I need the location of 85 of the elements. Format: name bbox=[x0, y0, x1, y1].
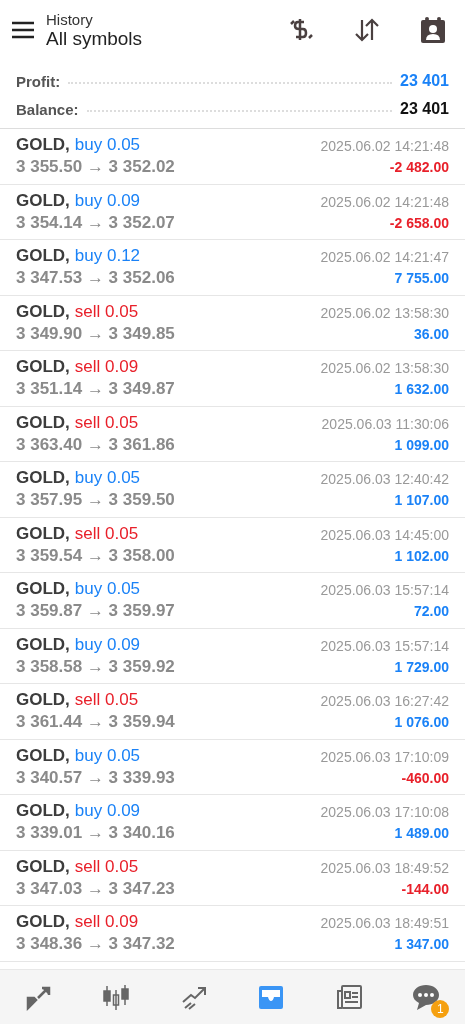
deal-prices: 3 348.36 → 3 347.32 bbox=[16, 933, 175, 955]
deal-symbol: GOLD, bbox=[16, 633, 70, 656]
deal-prices: 3 351.14 → 3 349.87 bbox=[16, 378, 175, 400]
deal-time: 2025.06.03 18:49:52 bbox=[320, 858, 449, 878]
deal-prices: 3 347.53 → 3 352.06 bbox=[16, 267, 175, 289]
deal-prices: 3 354.14 → 3 352.07 bbox=[16, 211, 175, 234]
menu-icon[interactable] bbox=[12, 21, 34, 39]
deal-prices: 3 359.54 → 3 358.00 bbox=[16, 544, 175, 567]
deal-profit: 72.00 bbox=[413, 602, 449, 621]
deal-type: sell 0.05 bbox=[74, 300, 139, 323]
deal-symbol: GOLD, bbox=[16, 467, 70, 489]
candlestick-icon bbox=[101, 982, 132, 1012]
deal-prices: 3 363.40 → 3 361.86 bbox=[16, 433, 175, 456]
deal-time: 2025.06.03 16:27:42 bbox=[320, 692, 449, 711]
deal-type: sell 0.05 bbox=[74, 855, 139, 878]
deal-time: 2025.06.03 12:40:42 bbox=[320, 470, 449, 489]
deal-prices: 3 339.01 → 3 340.16 bbox=[16, 822, 175, 844]
summary-value: 23 401 bbox=[400, 72, 449, 90]
deal-symbol: GOLD, bbox=[16, 300, 70, 323]
deal-prices: 3 357.95 → 3 359.50 bbox=[16, 489, 175, 511]
deal-type: sell 0.05 bbox=[74, 689, 139, 711]
deal-type: buy 0.09 bbox=[74, 633, 141, 656]
deal-prices: 3 359.87 → 3 359.97 bbox=[16, 600, 175, 622]
deal-profit: 36.00 bbox=[413, 324, 449, 344]
deal-symbol: GOLD, bbox=[16, 578, 70, 600]
chat-icon bbox=[411, 982, 442, 1012]
deal-time: 2025.06.03 18:49:51 bbox=[320, 914, 449, 933]
deal-profit: -144.00 bbox=[401, 879, 449, 899]
deal-time: 2025.06.02 14:21:48 bbox=[320, 192, 449, 212]
deal-prices: 3 347.03 → 3 347.23 bbox=[16, 877, 175, 900]
deal-type: sell 0.09 bbox=[74, 911, 139, 933]
deal-time: 2025.06.02 13:58:30 bbox=[320, 303, 449, 323]
deal-time: 2025.06.03 11:30:06 bbox=[321, 414, 449, 434]
deal-time: 2025.06.02 14:21:48 bbox=[320, 137, 449, 156]
deal-type: buy 0.05 bbox=[74, 578, 141, 600]
deal-time: 2025.06.03 15:57:14 bbox=[320, 581, 449, 600]
deal-type: sell 0.05 bbox=[74, 522, 139, 545]
deal-type: buy 0.05 bbox=[74, 744, 141, 767]
deal-profit: 1 099.00 bbox=[394, 435, 449, 455]
deal-profit: -2 658.00 bbox=[389, 213, 449, 233]
deal-symbol: GOLD, bbox=[16, 744, 70, 767]
deal-type: buy 0.09 bbox=[74, 800, 141, 822]
deal-symbol: GOLD, bbox=[16, 689, 70, 711]
deal-prices: 3 358.58 → 3 359.92 bbox=[16, 655, 175, 678]
deal-profit: 1 107.00 bbox=[394, 491, 449, 510]
deal-profit: 1 076.00 bbox=[394, 713, 449, 732]
screen-subtitle: History bbox=[46, 10, 94, 28]
deal-type: buy 0.05 bbox=[74, 134, 141, 156]
summary-label: Balance: bbox=[16, 100, 79, 118]
deal-prices: 3 340.57 → 3 339.93 bbox=[16, 766, 175, 789]
deal-profit: -2 482.00 bbox=[389, 158, 449, 177]
deal-prices: 3 361.44 → 3 359.94 bbox=[16, 711, 175, 733]
deal-time: 2025.06.03 17:10:09 bbox=[320, 747, 449, 767]
deal-profit: 1 347.00 bbox=[394, 935, 449, 954]
deal-symbol: GOLD, bbox=[16, 134, 70, 156]
deal-prices: 3 355.50 → 3 352.02 bbox=[16, 156, 175, 178]
deal-type: buy 0.09 bbox=[74, 189, 141, 212]
deal-profit: 1 489.00 bbox=[394, 824, 449, 843]
deal-symbol: GOLD, bbox=[16, 189, 70, 212]
deal-time: 2025.06.02 14:21:47 bbox=[320, 248, 449, 267]
screen-title: All symbols bbox=[46, 27, 144, 50]
deal-profit: 1 632.00 bbox=[394, 380, 449, 399]
deal-symbol: GOLD, bbox=[16, 411, 70, 434]
deal-profit: 1 729.00 bbox=[394, 657, 449, 677]
deal-symbol: GOLD, bbox=[16, 522, 70, 545]
deal-profit: 7 755.00 bbox=[394, 269, 449, 288]
summary-label: Profit: bbox=[16, 72, 61, 90]
deal-type: buy 0.12 bbox=[74, 245, 141, 267]
deal-type: sell 0.09 bbox=[74, 356, 139, 378]
deal-type: buy 0.05 bbox=[74, 467, 141, 489]
deal-symbol: GOLD, bbox=[16, 356, 70, 378]
deal-time: 2025.06.03 15:57:14 bbox=[320, 636, 449, 656]
deal-symbol: GOLD, bbox=[16, 245, 70, 267]
deal-type: sell 0.05 bbox=[74, 411, 139, 434]
deal-symbol: GOLD, bbox=[16, 800, 70, 822]
deal-time: 2025.06.02 13:58:30 bbox=[320, 359, 449, 378]
notification-badge: 1 bbox=[431, 1000, 450, 1018]
deal-time: 2025.06.03 14:45:00 bbox=[320, 525, 449, 545]
deal-time: 2025.06.03 17:10:08 bbox=[320, 803, 449, 822]
deal-prices: 3 349.90 → 3 349.85 bbox=[16, 322, 175, 345]
deal-symbol: GOLD, bbox=[16, 855, 70, 878]
summary-value: 23 401 bbox=[400, 100, 449, 118]
deal-profit: 1 102.00 bbox=[394, 546, 449, 566]
deal-symbol: GOLD, bbox=[16, 911, 70, 933]
deal-profit: -460.00 bbox=[401, 768, 449, 788]
